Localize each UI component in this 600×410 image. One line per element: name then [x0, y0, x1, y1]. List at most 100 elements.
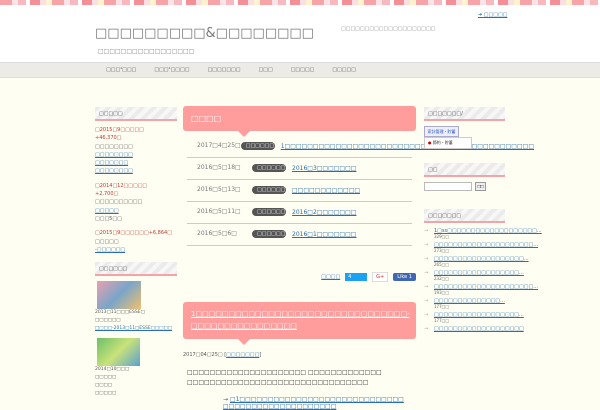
news-row: 2016□5□13□ □□□□□□ □□□□□□□□□□□□: [187, 180, 412, 202]
ranking-link[interactable]: 1□ss□□□□□□□□□□□□□□□□□□□...: [434, 228, 542, 234]
photo-text: □□□□□: [95, 375, 117, 381]
ranking-link[interactable]: □□□□□□□□□□□□□□□□□□□□□...: [434, 284, 538, 290]
banner-kakei[interactable]: 家計管理・貯蓄: [424, 126, 459, 137]
ranking-link[interactable]: □□□□□□□□□□□□□□□□□□□: [434, 326, 524, 332]
ranking-item: □□□□□□□□□□□□□□...177□□: [424, 298, 505, 309]
news-row: 2016□5□18□ □□□□□□ 2016□3□□□□□□□: [187, 158, 412, 180]
tweet-button[interactable]: 4: [345, 273, 368, 281]
view-count: 177□□: [434, 318, 450, 323]
result-line: □□□5□□: [95, 215, 122, 222]
result-line[interactable]: □□□□□: [95, 207, 177, 215]
post-meta: 2017□04□25□ [□□□□□□□]: [183, 352, 262, 358]
ranking-item: □□□□□□□□□□□□□□□□□□...232□□: [424, 270, 524, 281]
result-line: □□□□□: [95, 238, 119, 245]
news-list: 2017□4□25□ □□□□□□ 1□□□□□□□□□□□□□□□□□□□□□□□…: [187, 136, 534, 246]
share-label[interactable]: □□□□: [321, 274, 340, 280]
news-badge: □□□□□□: [252, 208, 286, 216]
news-link[interactable]: 2016□2□□□□□□□: [292, 208, 412, 217]
search-input[interactable]: [424, 182, 472, 191]
news-row: 2016□5□11□ □□□□□□ 2016□2□□□□□□□: [187, 202, 412, 224]
news-date: 2016□5□18□: [197, 164, 241, 171]
news-row: 2016□5□6□ □□□□□□ 2016□1□□□□□□□: [187, 224, 412, 246]
ranking-item: 1□ss□□□□□□□□□□□□□□□□□□□...329□□: [424, 228, 542, 239]
book-photo[interactable]: [97, 338, 140, 367]
result-line[interactable]: □□□□□□□□: [95, 167, 177, 175]
share-bar: □□□□ 4 G+ Like 1: [183, 272, 416, 282]
post-title[interactable]: 1□□□□□□□□□□□□□□□□□□□□□□□□□□□□□□□□-□□□□□□…: [191, 310, 410, 330]
post-date: 2017□04□25□: [183, 352, 223, 358]
news-badge: □□□□□□: [252, 164, 286, 172]
banner-setsuyaku[interactable]: ● 節約・貯蓄: [424, 137, 472, 149]
photo-text: □□□□□□: [95, 318, 121, 324]
ranking-icon: ●: [428, 140, 432, 145]
left-sidebar: □□□□□ □2015□9□□□□□ +46,370□ □□□□□□□□ □□□□□□…: [95, 107, 177, 398]
post-link[interactable]: □1□□□□□□□□□□□□□□□□□□□□□□□□□□□□□ □□□□□□□□…: [223, 396, 404, 410]
result-line[interactable]: -□□□□□□: [95, 246, 177, 254]
right-sidebar: □□□□□□□/ 家計管理・貯蓄 ● 節約・貯蓄 □□ □□ □□□□□□□ 1…: [424, 107, 542, 335]
view-count: 265□□: [434, 262, 450, 267]
magazine-photo[interactable]: [97, 281, 141, 310]
result-line: □2015□9□□□□□□+6,864□: [95, 230, 172, 237]
photo-link[interactable]: □□□□-2013□11□ESSE□□□□□: [95, 326, 172, 331]
view-count: 232□□: [434, 276, 450, 281]
ranking-item: □□□□□□□□□□□□□□□□□□□□□...193□□: [424, 284, 538, 295]
ranking-item: □□□□□□□□□□□□□□□□□□□: [424, 326, 524, 332]
news-badge: □□□□□□: [252, 186, 286, 194]
banner-label: 節約・貯蓄: [432, 140, 453, 145]
news-link[interactable]: 2016□1□□□□□□□: [292, 230, 412, 239]
widget-title: □□: [424, 163, 505, 177]
nav-item[interactable]: □□□¹□□□□: [154, 67, 189, 73]
ranking-item: □□□□□□□□□□□□□□□□□□□...265□□: [424, 256, 529, 267]
news-row: 2017□4□25□ □□□□□□ 1□□□□□□□□□□□□□□□□□□□□□□□…: [187, 136, 534, 158]
nav-item[interactable]: □□□: [259, 67, 273, 73]
widget-title: □□□□□: [95, 107, 177, 121]
facebook-like-button[interactable]: Like 1: [393, 273, 416, 281]
view-count: 177□□: [434, 304, 450, 309]
ranking-item: □□□□□□□□□□□□□□□□□□...177□□: [424, 312, 524, 323]
nav-item[interactable]: □□□¹□□□: [106, 67, 136, 73]
result-line: □□□□□□□□□□: [95, 199, 143, 206]
results-widget: □2015□9□□□□□ +46,370□ □□□□□□□□ □□□□□□□□ □□□□…: [95, 126, 177, 254]
search-button[interactable]: □□: [475, 182, 486, 191]
ranking-item: □□□□□□□□□□□□□□□□□□□□□...273□□: [424, 242, 538, 253]
tagline: □□□□□□□□□□□□□□□□□□□□: [341, 26, 436, 32]
ranking-list: 1□ss□□□□□□□□□□□□□□□□□□□...329□□ □□□□□□□□□…: [424, 228, 542, 332]
widget-title: □□□□□□□: [424, 209, 505, 223]
ranking-link[interactable]: □□□□□□□□□□□□□□□□□□□□□...: [434, 242, 538, 248]
news-date: 2017□4□25□: [197, 142, 241, 149]
media-widget: 2013□11□□□ESSE□ □□□□□□ □□□□-2013□11□ESSE…: [95, 281, 177, 398]
post-link-row: → □1□□□□□□□□□□□□□□□□□□□□□□□□□□□□□ □□□□□□…: [223, 396, 404, 410]
top-link-label: □□□□□: [483, 12, 508, 18]
news-badge: □□□□□□: [240, 142, 275, 150]
site-description: □□□□□□□□□□□□□□□□□: [98, 48, 195, 55]
result-line: +2,700□: [95, 191, 119, 198]
top-link[interactable]: ➜ □□□□□: [478, 12, 507, 18]
news-date: 2016□5□13□: [197, 186, 241, 193]
photo-text: □□□□□: [95, 391, 117, 397]
nav-item[interactable]: □□□□□: [332, 67, 356, 73]
result-line[interactable]: □□□□□□□: [95, 159, 177, 167]
nav-item[interactable]: □□□□□: [291, 67, 315, 73]
header: ➜ □□□□□ □□□□□□□□□&□□□□□□□□ □□□□□□□□□□□□□…: [0, 5, 600, 62]
widget-title: □□□□□□: [95, 262, 177, 277]
view-count: 193□□: [434, 290, 450, 295]
widget-title: □□□□□□□/: [424, 107, 505, 121]
gplus-button[interactable]: G+: [372, 272, 389, 282]
news-date: 2016□5□11□: [197, 208, 241, 215]
site-title[interactable]: □□□□□□□□□&□□□□□□□□: [95, 26, 314, 41]
post-category[interactable]: □□□□□□□: [226, 352, 259, 358]
result-line: □□□□□□□□: [95, 143, 133, 150]
news-link[interactable]: □□□□□□□□□□□□: [292, 186, 412, 195]
view-count: 329□□: [434, 234, 450, 239]
search-form: □□: [424, 182, 505, 191]
news-badge: □□□□□□: [252, 230, 286, 238]
view-count: 273□□: [434, 248, 450, 253]
news-date: 2016□5□6□: [197, 230, 237, 237]
photo-caption: 2013□11□□□ESSE□: [95, 310, 145, 316]
result-line: +46,370□: [95, 135, 122, 142]
nav-item[interactable]: □□□□□□□: [207, 67, 240, 73]
news-link[interactable]: 2016□3□□□□□□□: [292, 164, 412, 173]
result-line: □2014□12□□□□□: [95, 182, 148, 189]
main-nav: □□□¹□□□ □□□¹□□□□ □□□□□□□ □□□ □□□□□ □□□□□: [0, 62, 600, 78]
result-line[interactable]: □□□□□□□□: [95, 151, 177, 159]
